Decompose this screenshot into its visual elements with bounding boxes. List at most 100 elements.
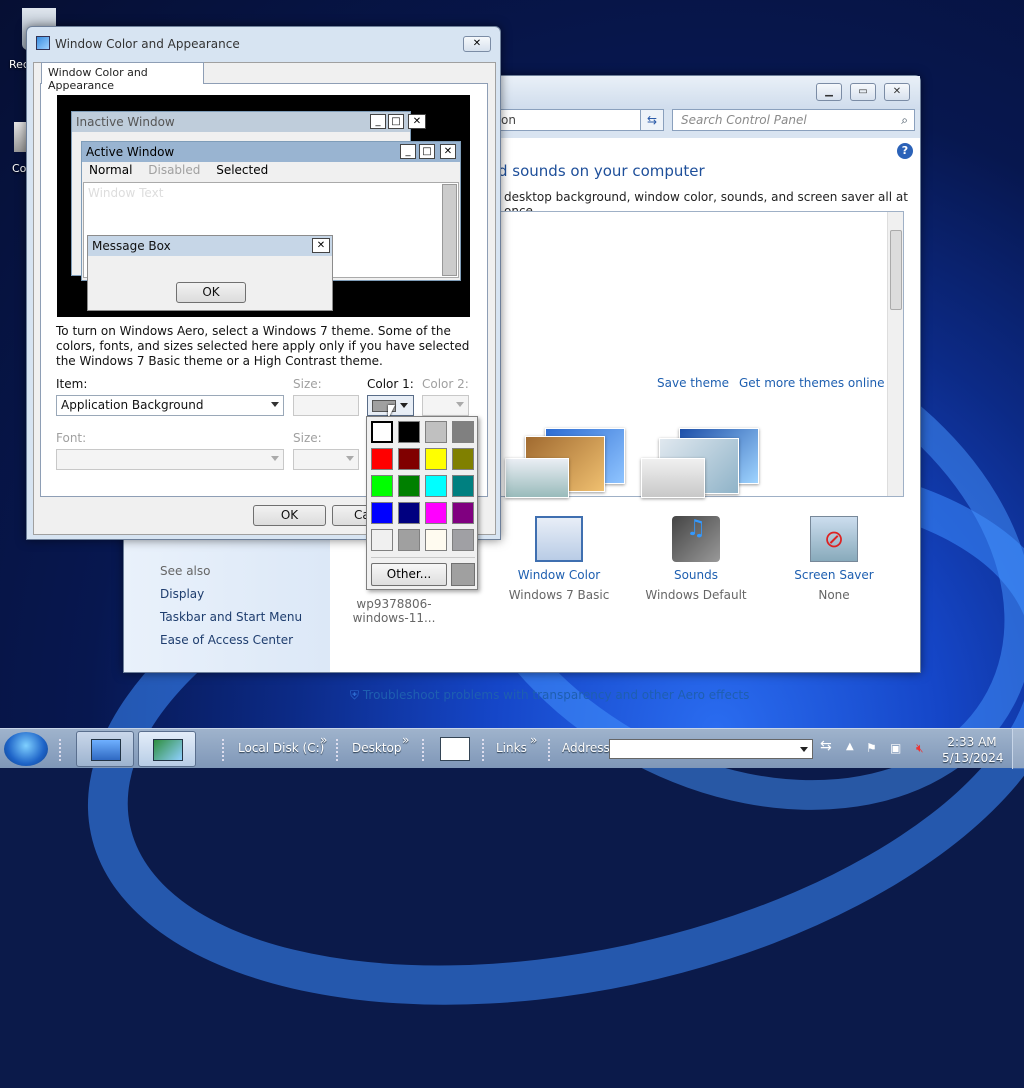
sounds-item[interactable]: ♫ Sounds Windows Default [641, 516, 751, 602]
minimize-button[interactable]: ▁ [816, 83, 842, 101]
volume-muted-icon[interactable]: 🔇︎ [916, 741, 924, 756]
color2-picker-button[interactable] [422, 395, 469, 416]
save-theme-link[interactable]: Save theme [657, 376, 729, 390]
color1-label: Color 1: [367, 377, 414, 391]
color-swatch[interactable] [398, 502, 420, 524]
window-color-icon[interactable] [535, 516, 583, 562]
color-swatch[interactable] [425, 421, 447, 443]
dialog-title: Window Color and Appearance [55, 37, 240, 51]
address-text: on [501, 113, 516, 127]
color-swatch[interactable] [452, 421, 474, 443]
clock-time: 2:33 AM [947, 735, 997, 749]
color-swatch[interactable] [398, 448, 420, 470]
address-bar[interactable]: on [494, 109, 664, 131]
show-hidden-icons[interactable]: ▲ [846, 741, 854, 752]
search-input[interactable]: Search Control Panel ⌕ [672, 109, 915, 131]
theme-thumbnail[interactable] [505, 458, 569, 498]
troubleshoot-link[interactable]: ⛨ Troubleshoot problems with transparenc… [350, 688, 749, 703]
toolbar-links[interactable]: Links [496, 741, 527, 755]
toolbar-chevron[interactable]: » [402, 733, 409, 747]
maximize-button[interactable]: ▭ [850, 83, 876, 101]
link-taskbar-start-menu[interactable]: Taskbar and Start Menu [160, 610, 302, 624]
toolbar-grip[interactable] [548, 739, 552, 761]
pen-icon[interactable] [440, 737, 470, 761]
address-input[interactable] [609, 739, 813, 759]
close-button[interactable]: ✕ [463, 36, 491, 52]
toolbar-grip[interactable] [422, 739, 426, 761]
desktop-icon-label[interactable]: Co [12, 162, 26, 175]
go-icon[interactable]: ⇆ [820, 738, 832, 754]
color-swatch[interactable] [425, 502, 447, 524]
size-spinner[interactable] [293, 395, 359, 416]
color-swatch[interactable] [371, 421, 393, 443]
screen-saver-item[interactable]: ⊘ Screen Saver None [779, 516, 889, 602]
window-color-item[interactable]: Window Color Windows 7 Basic [504, 516, 614, 602]
close-button[interactable]: ✕ [884, 83, 910, 101]
appearance-preview[interactable]: Inactive Window _ □ ✕ Active Window _ □ … [57, 95, 470, 317]
tab-window-color[interactable]: Window Color and Appearance [41, 62, 204, 92]
color-swatch[interactable] [398, 475, 420, 497]
chevron-down-icon[interactable] [271, 402, 279, 407]
scrollbar-thumb[interactable] [890, 230, 902, 310]
vertical-scrollbar[interactable] [887, 212, 903, 496]
taskbar-button-window-color[interactable] [138, 731, 196, 767]
toolbar-local-disk[interactable]: Local Disk (C:) [238, 741, 324, 755]
action-center-flag-icon[interactable]: ⚑ [866, 741, 877, 755]
ok-button[interactable]: OK [253, 505, 326, 526]
color-swatch[interactable] [371, 529, 393, 551]
page-title: d sounds on your computer [498, 162, 705, 180]
color-swatch[interactable] [398, 529, 420, 551]
color-swatch[interactable] [371, 475, 393, 497]
network-icon[interactable]: ▣ [890, 741, 901, 755]
close-icon: ✕ [440, 144, 456, 159]
chevron-down-icon[interactable] [800, 747, 808, 752]
link-display[interactable]: Display [160, 587, 204, 601]
close-icon: ✕ [312, 238, 330, 253]
search-placeholder: Search Control Panel [681, 113, 807, 127]
show-desktop-button[interactable] [1012, 729, 1024, 769]
get-more-themes-link[interactable]: Get more themes online [739, 376, 885, 390]
toolbar-grip[interactable] [482, 739, 486, 761]
search-icon[interactable]: ⌕ [901, 113, 908, 128]
other-color-button[interactable]: Other... [371, 563, 447, 586]
toolbar-chevron[interactable]: » [320, 733, 327, 747]
color-swatch[interactable] [425, 529, 447, 551]
color-swatch[interactable] [371, 448, 393, 470]
color-swatch[interactable] [398, 421, 420, 443]
color-swatch[interactable] [371, 502, 393, 524]
preview-scrollbar [442, 184, 457, 276]
link-ease-of-access[interactable]: Ease of Access Center [160, 633, 293, 647]
chevron-down-icon[interactable] [400, 403, 408, 408]
theme-thumbnail[interactable] [641, 458, 705, 498]
clock[interactable]: 2:33 AM 5/13/2024 [942, 734, 1004, 766]
item-select[interactable]: Application Background [56, 395, 284, 416]
sounds-label[interactable]: Sounds [641, 568, 751, 582]
window-color-icon [153, 739, 183, 761]
color-swatch[interactable] [452, 529, 474, 551]
color-swatch[interactable] [452, 475, 474, 497]
toolbar-chevron[interactable]: » [530, 733, 537, 747]
color-swatch[interactable] [425, 448, 447, 470]
toolbar-desktop[interactable]: Desktop [352, 741, 402, 755]
color-palette-popup[interactable]: Other... [366, 416, 478, 590]
toolbar-grip[interactable] [336, 739, 340, 761]
desktop-background-label[interactable]: wp9378806-windows-11... [339, 597, 449, 625]
custom-color-swatch[interactable] [451, 563, 475, 586]
screen-saver-icon[interactable]: ⊘ [810, 516, 858, 562]
color-swatch[interactable] [452, 448, 474, 470]
theme-list[interactable]: Save theme Get more themes online [494, 211, 904, 498]
sounds-icon[interactable]: ♫ [672, 516, 720, 562]
refresh-icon[interactable]: ⇆ [640, 109, 664, 131]
taskbar-button-control-panel[interactable] [76, 731, 134, 767]
font-size-select[interactable] [293, 449, 359, 470]
start-button[interactable] [4, 732, 48, 766]
toolbar-grip[interactable] [222, 739, 226, 761]
toolbar-grip[interactable] [59, 739, 63, 761]
color-swatch[interactable] [425, 475, 447, 497]
screen-saver-label[interactable]: Screen Saver [779, 568, 889, 582]
font-select[interactable] [56, 449, 284, 470]
troubleshoot-text[interactable]: Troubleshoot problems with transparency … [363, 688, 750, 702]
help-icon[interactable]: ? [897, 143, 913, 159]
window-color-label[interactable]: Window Color [504, 568, 614, 582]
color-swatch[interactable] [452, 502, 474, 524]
